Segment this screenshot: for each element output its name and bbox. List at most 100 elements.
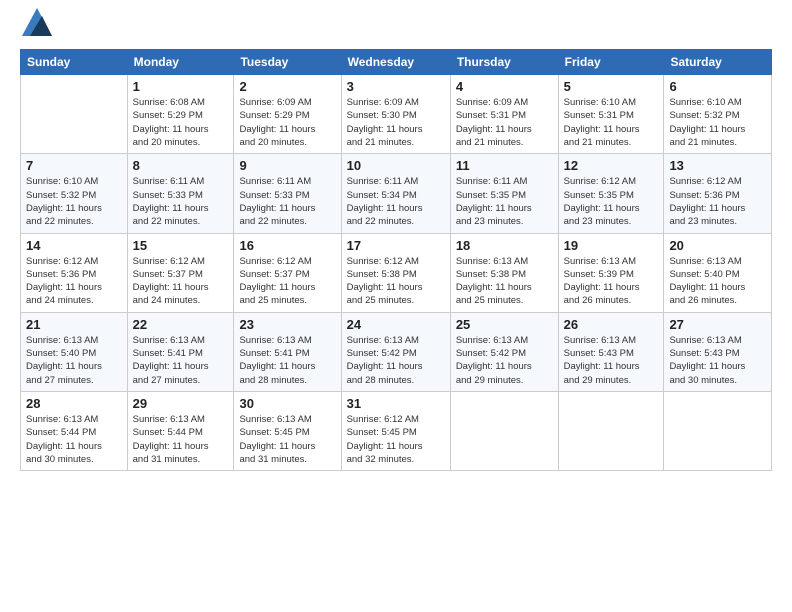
calendar-cell: 11 Sunrise: 6:11 AM Sunset: 5:35 PM Dayli… [450,154,558,233]
day-number: 23 [239,317,335,332]
calendar-cell: 4 Sunrise: 6:09 AM Sunset: 5:31 PM Daylig… [450,75,558,154]
day-number: 28 [26,396,122,411]
calendar-header-saturday: Saturday [664,50,772,75]
calendar-cell: 24 Sunrise: 6:13 AM Sunset: 5:42 PM Dayli… [341,312,450,391]
day-info: Sunrise: 6:08 AM Sunset: 5:29 PM Dayligh… [133,96,229,149]
day-info: Sunrise: 6:13 AM Sunset: 5:41 PM Dayligh… [133,334,229,387]
logo-icon [22,8,52,36]
day-number: 15 [133,238,229,253]
day-info: Sunrise: 6:13 AM Sunset: 5:41 PM Dayligh… [239,334,335,387]
logo [20,15,52,39]
day-number: 17 [347,238,445,253]
day-number: 29 [133,396,229,411]
day-info: Sunrise: 6:13 AM Sunset: 5:43 PM Dayligh… [669,334,766,387]
calendar-cell: 6 Sunrise: 6:10 AM Sunset: 5:32 PM Daylig… [664,75,772,154]
day-info: Sunrise: 6:13 AM Sunset: 5:43 PM Dayligh… [564,334,659,387]
day-info: Sunrise: 6:13 AM Sunset: 5:42 PM Dayligh… [347,334,445,387]
calendar-cell [558,391,664,470]
calendar-week-3: 14Sunrise: 6:12 AM Sunset: 5:36 PM Dayli… [21,233,772,312]
day-info: Sunrise: 6:12 AM Sunset: 5:45 PM Dayligh… [347,413,445,466]
calendar-cell: 20 Sunrise: 6:13 AM Sunset: 5:40 PM Dayli… [664,233,772,312]
calendar-cell: 12 Sunrise: 6:12 AM Sunset: 5:35 PM Dayli… [558,154,664,233]
header [20,15,772,39]
day-info: Sunrise: 6:11 AM Sunset: 5:35 PM Dayligh… [456,175,553,228]
calendar-cell: 23 Sunrise: 6:13 AM Sunset: 5:41 PM Dayli… [234,312,341,391]
day-number: 5 [564,79,659,94]
day-info: Sunrise: 6:13 AM Sunset: 5:40 PM Dayligh… [26,334,122,387]
page: SundayMondayTuesdayWednesdayThursdayFrid… [0,0,792,612]
day-info: Sunrise: 6:13 AM Sunset: 5:44 PM Dayligh… [26,413,122,466]
calendar-cell: 5 Sunrise: 6:10 AM Sunset: 5:31 PM Daylig… [558,75,664,154]
calendar-header-friday: Friday [558,50,664,75]
calendar-cell: 14Sunrise: 6:12 AM Sunset: 5:36 PM Dayli… [21,233,128,312]
calendar-cell: 7 Sunrise: 6:10 AM Sunset: 5:32 PM Daylig… [21,154,128,233]
day-number: 6 [669,79,766,94]
calendar-cell: 28 Sunrise: 6:13 AM Sunset: 5:44 PM Dayli… [21,391,128,470]
day-number: 12 [564,158,659,173]
day-number: 4 [456,79,553,94]
calendar-cell: 22 Sunrise: 6:13 AM Sunset: 5:41 PM Dayli… [127,312,234,391]
day-info: Sunrise: 6:12 AM Sunset: 5:36 PM Dayligh… [26,255,122,308]
calendar-cell: 30 Sunrise: 6:13 AM Sunset: 5:45 PM Dayli… [234,391,341,470]
day-info: Sunrise: 6:13 AM Sunset: 5:42 PM Dayligh… [456,334,553,387]
day-number: 3 [347,79,445,94]
calendar-cell: 26 Sunrise: 6:13 AM Sunset: 5:43 PM Dayli… [558,312,664,391]
day-number: 20 [669,238,766,253]
day-info: Sunrise: 6:11 AM Sunset: 5:33 PM Dayligh… [133,175,229,228]
calendar-cell: 21 Sunrise: 6:13 AM Sunset: 5:40 PM Dayli… [21,312,128,391]
calendar-cell [450,391,558,470]
day-number: 9 [239,158,335,173]
calendar-week-1: 1 Sunrise: 6:08 AM Sunset: 5:29 PM Daylig… [21,75,772,154]
day-info: Sunrise: 6:09 AM Sunset: 5:29 PM Dayligh… [239,96,335,149]
day-number: 11 [456,158,553,173]
calendar-cell: 18Sunrise: 6:13 AM Sunset: 5:38 PM Dayli… [450,233,558,312]
day-info: Sunrise: 6:11 AM Sunset: 5:33 PM Dayligh… [239,175,335,228]
day-info: Sunrise: 6:13 AM Sunset: 5:45 PM Dayligh… [239,413,335,466]
day-number: 10 [347,158,445,173]
day-number: 16 [239,238,335,253]
calendar-cell: 25 Sunrise: 6:13 AM Sunset: 5:42 PM Dayli… [450,312,558,391]
day-info: Sunrise: 6:13 AM Sunset: 5:40 PM Dayligh… [669,255,766,308]
day-number: 24 [347,317,445,332]
calendar-cell: 29 Sunrise: 6:13 AM Sunset: 5:44 PM Dayli… [127,391,234,470]
day-info: Sunrise: 6:11 AM Sunset: 5:34 PM Dayligh… [347,175,445,228]
day-number: 21 [26,317,122,332]
day-info: Sunrise: 6:10 AM Sunset: 5:32 PM Dayligh… [26,175,122,228]
day-number: 27 [669,317,766,332]
day-info: Sunrise: 6:12 AM Sunset: 5:37 PM Dayligh… [133,255,229,308]
calendar-cell: 17 Sunrise: 6:12 AM Sunset: 5:38 PM Dayli… [341,233,450,312]
day-number: 13 [669,158,766,173]
day-info: Sunrise: 6:10 AM Sunset: 5:32 PM Dayligh… [669,96,766,149]
calendar-cell: 2 Sunrise: 6:09 AM Sunset: 5:29 PM Daylig… [234,75,341,154]
calendar-cell: 9 Sunrise: 6:11 AM Sunset: 5:33 PM Daylig… [234,154,341,233]
day-number: 1 [133,79,229,94]
day-info: Sunrise: 6:12 AM Sunset: 5:38 PM Dayligh… [347,255,445,308]
calendar-week-2: 7 Sunrise: 6:10 AM Sunset: 5:32 PM Daylig… [21,154,772,233]
day-number: 8 [133,158,229,173]
calendar-cell [21,75,128,154]
day-info: Sunrise: 6:12 AM Sunset: 5:35 PM Dayligh… [564,175,659,228]
day-info: Sunrise: 6:12 AM Sunset: 5:36 PM Dayligh… [669,175,766,228]
day-number: 19 [564,238,659,253]
calendar-week-4: 21 Sunrise: 6:13 AM Sunset: 5:40 PM Dayli… [21,312,772,391]
calendar-header-sunday: Sunday [21,50,128,75]
day-info: Sunrise: 6:13 AM Sunset: 5:44 PM Dayligh… [133,413,229,466]
calendar-cell: 16Sunrise: 6:12 AM Sunset: 5:37 PM Dayli… [234,233,341,312]
calendar-cell: 13 Sunrise: 6:12 AM Sunset: 5:36 PM Dayli… [664,154,772,233]
calendar-cell: 1 Sunrise: 6:08 AM Sunset: 5:29 PM Daylig… [127,75,234,154]
calendar-header-wednesday: Wednesday [341,50,450,75]
day-number: 7 [26,158,122,173]
calendar-week-5: 28 Sunrise: 6:13 AM Sunset: 5:44 PM Dayli… [21,391,772,470]
day-number: 22 [133,317,229,332]
day-number: 25 [456,317,553,332]
day-info: Sunrise: 6:10 AM Sunset: 5:31 PM Dayligh… [564,96,659,149]
calendar-cell: 8 Sunrise: 6:11 AM Sunset: 5:33 PM Daylig… [127,154,234,233]
day-number: 30 [239,396,335,411]
day-number: 2 [239,79,335,94]
day-info: Sunrise: 6:09 AM Sunset: 5:31 PM Dayligh… [456,96,553,149]
calendar-cell: 3Sunrise: 6:09 AM Sunset: 5:30 PM Daylig… [341,75,450,154]
day-number: 18 [456,238,553,253]
calendar-header-tuesday: Tuesday [234,50,341,75]
day-number: 26 [564,317,659,332]
day-info: Sunrise: 6:13 AM Sunset: 5:39 PM Dayligh… [564,255,659,308]
